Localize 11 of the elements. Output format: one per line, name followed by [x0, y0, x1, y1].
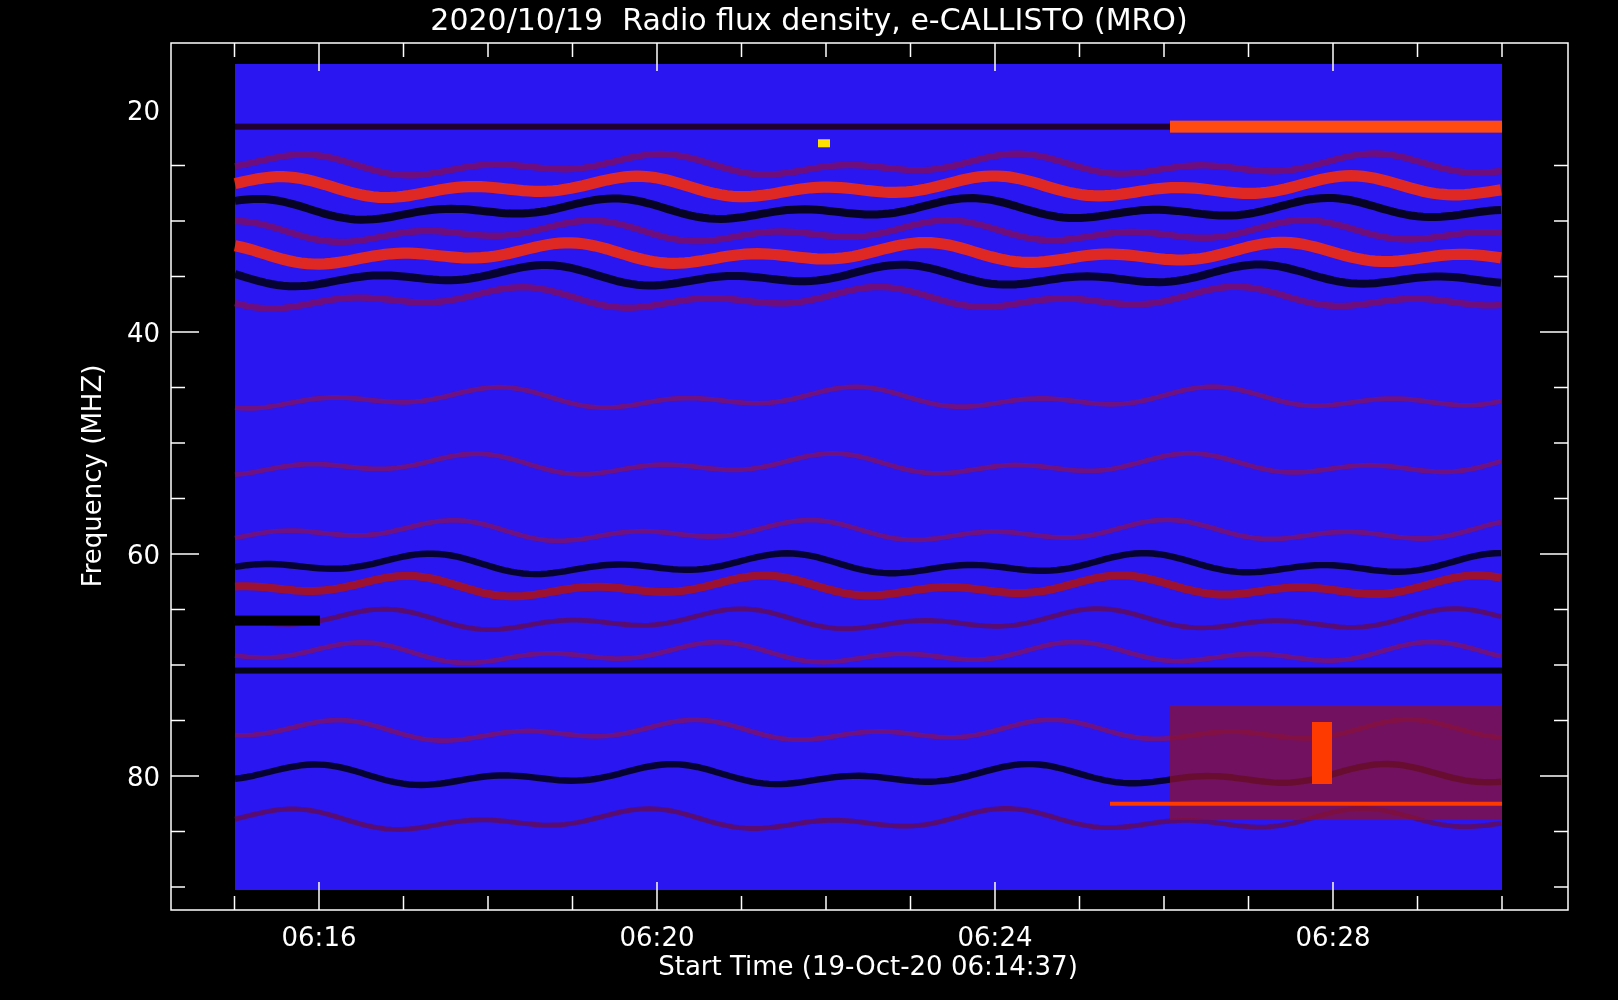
- x-axis-label: Start Time (19-Oct-20 06:14:37): [658, 951, 1078, 981]
- x-tick-label: 06:24: [957, 922, 1033, 952]
- x-tick-label: 06:28: [1295, 922, 1371, 952]
- y-axis-label: Frequency (MHZ): [77, 364, 107, 588]
- x-tick-label: 06:16: [281, 922, 357, 952]
- y-tick-label: 20: [126, 96, 160, 126]
- x-tick-label: 06:20: [619, 922, 695, 952]
- y-tick-label: 80: [126, 762, 160, 792]
- y-tick-label: 60: [126, 540, 160, 570]
- chart-title: 2020/10/19 Radio flux density, e-CALLISTO (MRO): [430, 2, 1188, 37]
- y-tick-label: 40: [126, 318, 160, 348]
